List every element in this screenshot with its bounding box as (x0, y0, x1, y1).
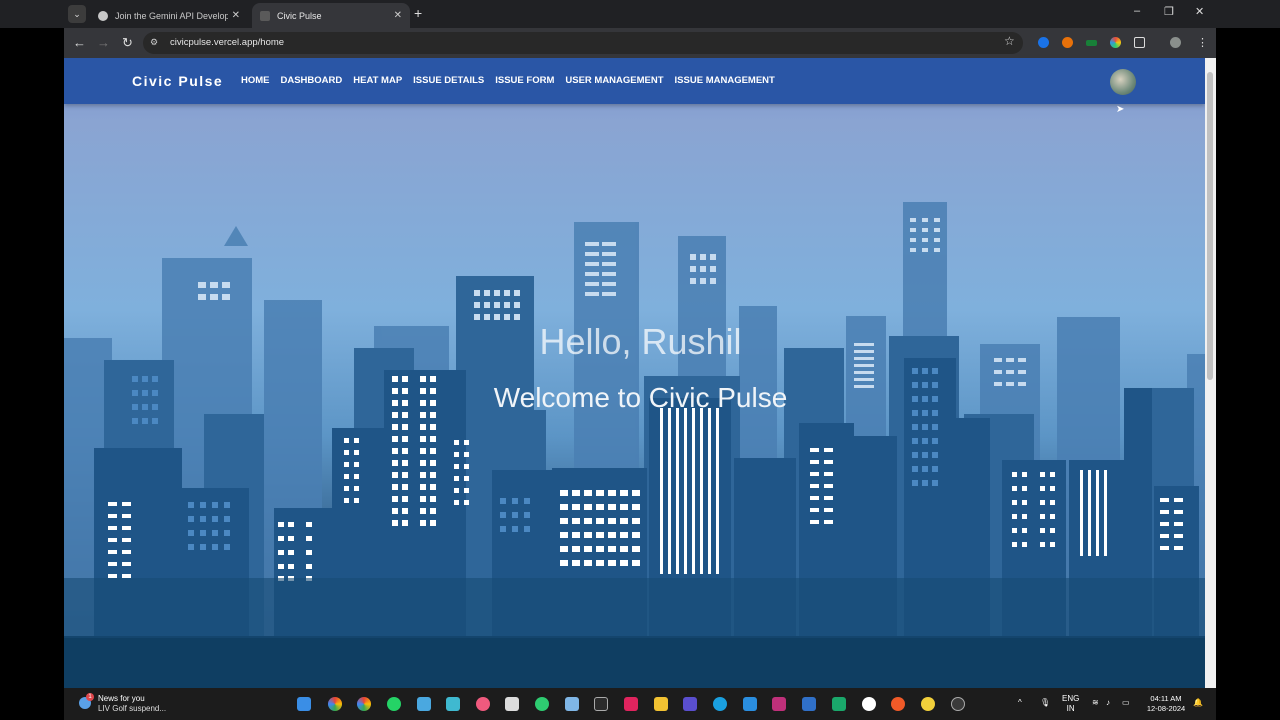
bookmark-star-icon[interactable]: ☆ (1004, 34, 1015, 48)
document-icon[interactable] (565, 697, 579, 711)
chrome-icon[interactable] (328, 697, 342, 711)
news-widget-subtitle[interactable]: LIV Golf suspend... (98, 704, 166, 713)
snipping-tool-icon[interactable] (505, 697, 519, 711)
github-icon[interactable] (594, 697, 608, 711)
browser-menu-button[interactable]: ⋮ (1197, 36, 1208, 49)
clock-time: 04:11 AM (1150, 694, 1182, 703)
page-content: Civic Pulse HOME DASHBOARD HEAT MAP ISSU… (64, 58, 1205, 688)
music-icon[interactable] (476, 697, 490, 711)
visual-studio-icon[interactable] (683, 697, 697, 711)
site-favicon-icon (260, 10, 270, 21)
vscode-icon[interactable] (743, 697, 757, 711)
tab-search-button[interactable]: ⌄ (68, 5, 86, 23)
main-nav: HOME DASHBOARD HEAT MAP ISSUE DETAILS IS… (241, 75, 775, 86)
app-yellow-icon[interactable] (921, 697, 935, 711)
browser-tab-civic-pulse[interactable]: Civic Pulse ✕ (252, 3, 410, 28)
app-white-icon[interactable] (862, 697, 876, 711)
wifi-icon[interactable]: ≋ (1092, 698, 1099, 707)
file-explorer-icon[interactable] (654, 697, 668, 711)
news-widget-title[interactable]: News for you (98, 694, 145, 703)
notification-badge: 1 (86, 693, 94, 701)
mouse-cursor-icon: ➤ (1116, 104, 1125, 115)
screen: ⌄ Join the Gemini API Developer ✕ Civic … (0, 0, 1280, 720)
tab-label: Join the Gemini API Developer (115, 10, 228, 21)
tab-label: Civic Pulse (277, 10, 322, 21)
language-indicator[interactable]: ENG IN (1062, 694, 1079, 714)
extension-icon[interactable] (1062, 37, 1073, 48)
url-text[interactable]: civicpulse.vercel.app/home (170, 37, 284, 48)
hero-welcome: Welcome to Civic Pulse (493, 382, 788, 413)
app-hexagon-icon[interactable] (624, 697, 638, 711)
nav-user-management[interactable]: USER MANAGEMENT (565, 75, 663, 86)
settings-gear-icon[interactable] (951, 697, 965, 711)
webstorm-icon[interactable] (802, 697, 816, 711)
close-icon[interactable]: ✕ (232, 10, 240, 21)
chrome-active-icon[interactable] (357, 697, 371, 711)
extension-icon[interactable] (1086, 40, 1097, 46)
browser-tab-gemini[interactable]: Join the Gemini API Developer ✕ (90, 3, 248, 28)
window-close-button[interactable]: ✕ (1195, 5, 1204, 18)
system-clock[interactable]: 04:11 AM 12-08-2024 (1144, 694, 1188, 714)
clock-date: 12-08-2024 (1146, 704, 1186, 713)
region-code: IN (1066, 704, 1075, 713)
globe-icon (98, 10, 108, 21)
nav-issue-details[interactable]: ISSUE DETAILS (413, 75, 484, 86)
reload-button[interactable]: ↻ (122, 35, 133, 51)
language-code: ENG (1062, 694, 1080, 703)
close-icon[interactable]: ✕ (394, 10, 402, 21)
edge-icon[interactable] (713, 697, 727, 711)
user-avatar[interactable] (1110, 69, 1136, 95)
maximize-button[interactable]: ❐ (1164, 5, 1174, 18)
whatsapp-icon[interactable] (387, 697, 401, 711)
extensions-puzzle-icon[interactable] (1134, 37, 1145, 48)
city-skyline-illustration (64, 202, 1205, 688)
profile-avatar[interactable] (1170, 37, 1181, 48)
scrollbar-thumb[interactable] (1207, 72, 1213, 380)
nav-home[interactable]: HOME (241, 75, 270, 86)
notification-bell-icon[interactable]: 🔔 (1193, 698, 1203, 707)
battery-icon[interactable]: ▭ (1122, 698, 1130, 707)
extension-icon[interactable] (1110, 37, 1121, 48)
forward-button[interactable]: → (97, 35, 110, 50)
jetbrains-icon[interactable] (772, 697, 786, 711)
file-folder-icon[interactable] (446, 697, 460, 711)
new-tab-button[interactable]: + (414, 5, 422, 21)
brand-logo[interactable]: Civic Pulse (132, 73, 223, 89)
extension-icon[interactable] (1038, 37, 1049, 48)
nav-dashboard[interactable]: DASHBOARD (281, 75, 343, 86)
nav-issue-form[interactable]: ISSUE FORM (495, 75, 554, 86)
postman-icon[interactable] (891, 697, 905, 711)
site-settings-icon[interactable]: ⚙ (150, 37, 158, 48)
back-button[interactable]: ← (73, 35, 86, 50)
volume-icon[interactable]: ♪ (1106, 698, 1110, 707)
hero-greeting: Hello, Rushil (539, 321, 742, 362)
app-navbar: Civic Pulse HOME DASHBOARD HEAT MAP ISSU… (64, 58, 1205, 104)
app-green-icon[interactable] (535, 697, 549, 711)
nav-issue-management[interactable]: ISSUE MANAGEMENT (675, 75, 775, 86)
notepad-icon[interactable] (417, 697, 431, 711)
start-windows-icon[interactable] (297, 697, 311, 711)
minimize-button[interactable]: – (1134, 5, 1140, 17)
nav-heat-map[interactable]: HEAT MAP (353, 75, 402, 86)
tray-overflow-icon[interactable]: ^ (1018, 698, 1022, 707)
pycharm-icon[interactable] (832, 697, 846, 711)
microphone-icon[interactable]: 🎙 (1040, 698, 1050, 707)
